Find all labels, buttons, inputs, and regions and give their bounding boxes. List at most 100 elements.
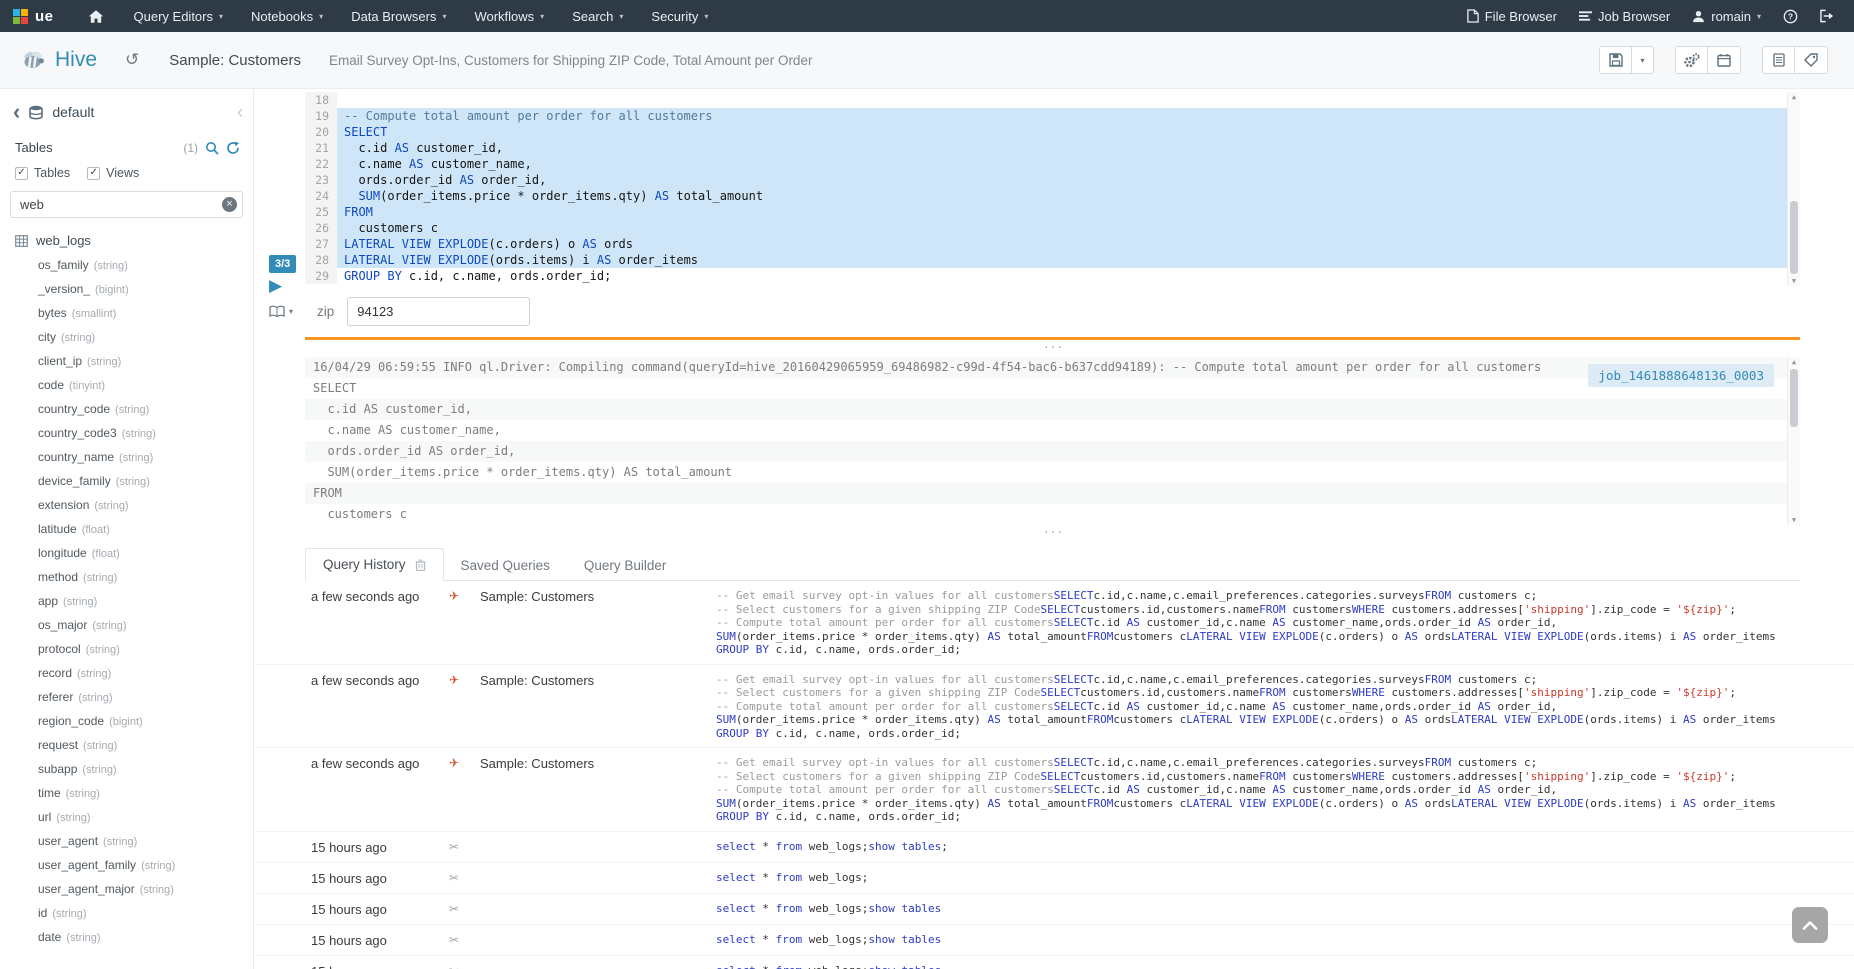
- nav-query-editors[interactable]: Query Editors▾: [120, 0, 238, 32]
- query-history-icon[interactable]: ↺: [125, 50, 139, 70]
- collapse-panel-icon[interactable]: ‹: [237, 103, 243, 121]
- column-item[interactable]: country_name(string): [0, 446, 253, 470]
- history-row[interactable]: 15 hours ago✂select * from web_logs;show…: [254, 832, 1854, 863]
- column-item[interactable]: subapp(string): [0, 758, 253, 782]
- column-item[interactable]: url(string): [0, 806, 253, 830]
- column-type: (bigint): [109, 715, 143, 730]
- column-item[interactable]: bytes(smallint): [0, 302, 253, 326]
- history-row[interactable]: a few seconds ago✈Sample: Customers-- Ge…: [254, 581, 1854, 665]
- column-item[interactable]: country_code(string): [0, 398, 253, 422]
- save-options-button[interactable]: ▾: [1632, 46, 1654, 74]
- scroll-down-icon[interactable]: ▼: [1788, 515, 1800, 525]
- column-item[interactable]: os_family(string): [0, 254, 253, 278]
- save-button[interactable]: [1599, 46, 1632, 74]
- column-name: url: [38, 810, 51, 825]
- column-name: date: [38, 930, 61, 945]
- sql-line: -- Get email survey opt-in values for al…: [716, 756, 1834, 770]
- column-item[interactable]: user_agent(string): [0, 830, 253, 854]
- help-button[interactable]: ?: [1772, 0, 1809, 32]
- nav-job-browser[interactable]: Job Browser: [1568, 0, 1681, 32]
- schedule-button[interactable]: [1708, 46, 1741, 74]
- scroll-to-top-button[interactable]: [1792, 907, 1828, 943]
- back-icon[interactable]: ‹: [13, 102, 20, 122]
- column-item[interactable]: city(string): [0, 326, 253, 350]
- query-subtitle: Email Survey Opt-Ins, Customers for Ship…: [329, 53, 812, 68]
- column-item[interactable]: request(string): [0, 734, 253, 758]
- query-title[interactable]: Sample: Customers: [169, 52, 301, 69]
- column-item[interactable]: method(string): [0, 566, 253, 590]
- column-item[interactable]: id(string): [0, 902, 253, 926]
- nav-security[interactable]: Security▾: [637, 0, 722, 32]
- column-item[interactable]: date(string): [0, 926, 253, 950]
- nav-workflows[interactable]: Workflows▾: [460, 0, 558, 32]
- nav-home[interactable]: [72, 0, 120, 32]
- history-row[interactable]: a few seconds ago✈Sample: Customers-- Ge…: [254, 748, 1854, 832]
- scroll-up-icon[interactable]: ▲: [1788, 92, 1800, 102]
- views-checkbox[interactable]: ✓ Views: [87, 166, 139, 180]
- settings-button[interactable]: [1675, 46, 1708, 74]
- column-item[interactable]: country_code3(string): [0, 422, 253, 446]
- column-item[interactable]: time(string): [0, 782, 253, 806]
- nav-spacer: [722, 0, 1455, 32]
- nav-file-browser[interactable]: File Browser: [1456, 0, 1568, 32]
- history-row[interactable]: 15 hours ago✂select * from web_logs;show…: [254, 956, 1854, 969]
- column-item[interactable]: region_code(bigint): [0, 710, 253, 734]
- nav-user-menu[interactable]: romain ▾: [1681, 0, 1772, 32]
- resize-handle[interactable]: ···: [254, 527, 1854, 539]
- log-scrollbar[interactable]: ▲ ▼: [1787, 357, 1800, 525]
- history-row[interactable]: 15 hours ago✂select * from web_logs;show…: [254, 894, 1854, 925]
- new-document-button[interactable]: [1762, 46, 1795, 74]
- editor-line: 28LATERAL VIEW EXPLODE(ords.items) i AS …: [305, 252, 1787, 268]
- table-item[interactable]: web_logs: [0, 222, 253, 251]
- editor-scrollbar[interactable]: ▲ ▼: [1787, 92, 1800, 286]
- statement-counter-badge[interactable]: 3/3: [269, 255, 296, 273]
- scrollbar-thumb[interactable]: [1790, 369, 1798, 427]
- tab-query-history[interactable]: Query History: [305, 548, 444, 581]
- column-item[interactable]: user_agent_major(string): [0, 878, 253, 902]
- history-row[interactable]: a few seconds ago✈Sample: Customers-- Ge…: [254, 665, 1854, 749]
- code-editor[interactable]: 1819-- Compute total amount per order fo…: [305, 92, 1800, 286]
- hue-logo[interactable]: ue: [0, 0, 72, 32]
- variables-toggle[interactable]: ▾: [269, 305, 303, 318]
- sql-line: -- Get email survey opt-in values for al…: [716, 589, 1834, 603]
- trash-icon[interactable]: [415, 559, 426, 571]
- scroll-up-icon[interactable]: ▲: [1788, 357, 1800, 367]
- variable-input[interactable]: [347, 297, 530, 326]
- scrollbar-thumb[interactable]: [1790, 201, 1798, 275]
- column-type: (tinyint): [69, 379, 105, 394]
- nav-notebooks[interactable]: Notebooks▾: [237, 0, 337, 32]
- column-item[interactable]: app(string): [0, 590, 253, 614]
- nav-search[interactable]: Search▾: [558, 0, 637, 32]
- column-item[interactable]: os_major(string): [0, 614, 253, 638]
- job-link[interactable]: job_1461888648136_0003: [1588, 364, 1774, 387]
- history-row[interactable]: 15 hours ago✂select * from web_logs;: [254, 863, 1854, 894]
- column-item[interactable]: _version_(bigint): [0, 278, 253, 302]
- history-row[interactable]: 15 hours ago✂select * from web_logs;show…: [254, 925, 1854, 956]
- column-item[interactable]: extension(string): [0, 494, 253, 518]
- tags-button[interactable]: [1795, 46, 1828, 74]
- execute-button[interactable]: ▶: [269, 277, 282, 294]
- clear-search-icon[interactable]: ×: [222, 197, 237, 212]
- column-item[interactable]: protocol(string): [0, 638, 253, 662]
- column-item[interactable]: user_agent_family(string): [0, 854, 253, 878]
- tables-checkbox[interactable]: ✓ Tables: [15, 166, 70, 180]
- column-item[interactable]: client_ip(string): [0, 350, 253, 374]
- column-item[interactable]: record(string): [0, 662, 253, 686]
- refresh-icon[interactable]: [226, 141, 240, 155]
- column-item[interactable]: code(tinyint): [0, 374, 253, 398]
- column-item[interactable]: device_family(string): [0, 470, 253, 494]
- tab-saved-queries[interactable]: Saved Queries: [444, 550, 567, 581]
- table-search-input[interactable]: [10, 191, 243, 218]
- column-item[interactable]: latitude(float): [0, 518, 253, 542]
- logout-button[interactable]: [1809, 0, 1846, 32]
- column-item[interactable]: referer(string): [0, 686, 253, 710]
- database-name[interactable]: default: [52, 104, 94, 120]
- scroll-down-icon[interactable]: ▼: [1788, 276, 1800, 286]
- column-type: (string): [77, 667, 111, 682]
- column-type: (string): [94, 499, 128, 514]
- tab-query-builder[interactable]: Query Builder: [567, 550, 684, 581]
- nav-data-browsers[interactable]: Data Browsers▾: [337, 0, 460, 32]
- column-item[interactable]: longitude(float): [0, 542, 253, 566]
- resize-handle[interactable]: ···: [254, 342, 1854, 354]
- search-icon[interactable]: [205, 141, 219, 155]
